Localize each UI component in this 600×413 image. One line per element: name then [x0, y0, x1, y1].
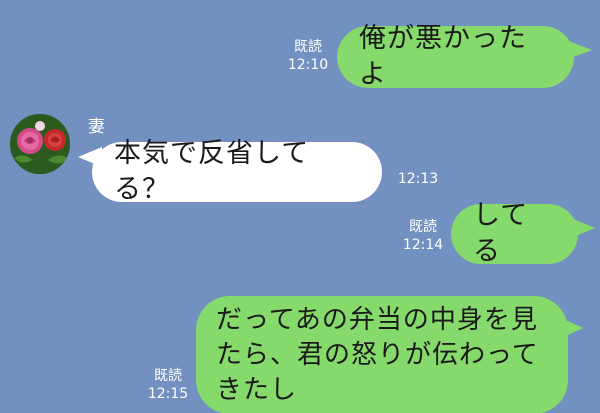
timestamp: 12:13	[397, 171, 439, 187]
message-bubble-incoming[interactable]: 本気で反省してる？	[92, 138, 382, 205]
timestamp: 12:15	[147, 386, 189, 402]
message-text: だってあの弁当の中身を見たら、君の怒りが伝わってきたし	[216, 304, 539, 405]
message-meta: 12:13	[395, 170, 441, 188]
avatar[interactable]	[10, 114, 70, 174]
chat-area: 既読 12:10 俺が悪かったよ 妻 本気で反省してる？ 12:13 既読 12…	[0, 0, 600, 413]
bubble-tail	[566, 40, 592, 60]
bubble-tail	[571, 218, 595, 238]
bubble-tail	[561, 318, 583, 338]
rose-avatar-icon	[10, 114, 70, 174]
message-meta: 既読 12:14	[401, 218, 445, 254]
message-bubble-outgoing[interactable]: してる	[451, 200, 578, 267]
message-text: 本気で反省してる？	[114, 138, 310, 205]
message-meta: 既読 12:10	[286, 38, 330, 74]
sender-name: 妻	[88, 117, 105, 137]
timestamp: 12:10	[287, 57, 329, 73]
message-text: してる	[473, 200, 529, 267]
read-receipt: 既読	[154, 368, 182, 384]
message-bubble-outgoing[interactable]: だってあの弁当の中身を見たら、君の怒りが伝わってきたし	[196, 296, 568, 413]
message-text: 俺が悪かったよ	[359, 23, 527, 90]
read-receipt: 既読	[409, 219, 437, 235]
read-receipt: 既読	[294, 39, 322, 55]
message-meta: 既読 12:15	[146, 367, 190, 403]
message-bubble-outgoing[interactable]: 俺が悪かったよ	[337, 23, 574, 90]
timestamp: 12:14	[402, 237, 444, 253]
